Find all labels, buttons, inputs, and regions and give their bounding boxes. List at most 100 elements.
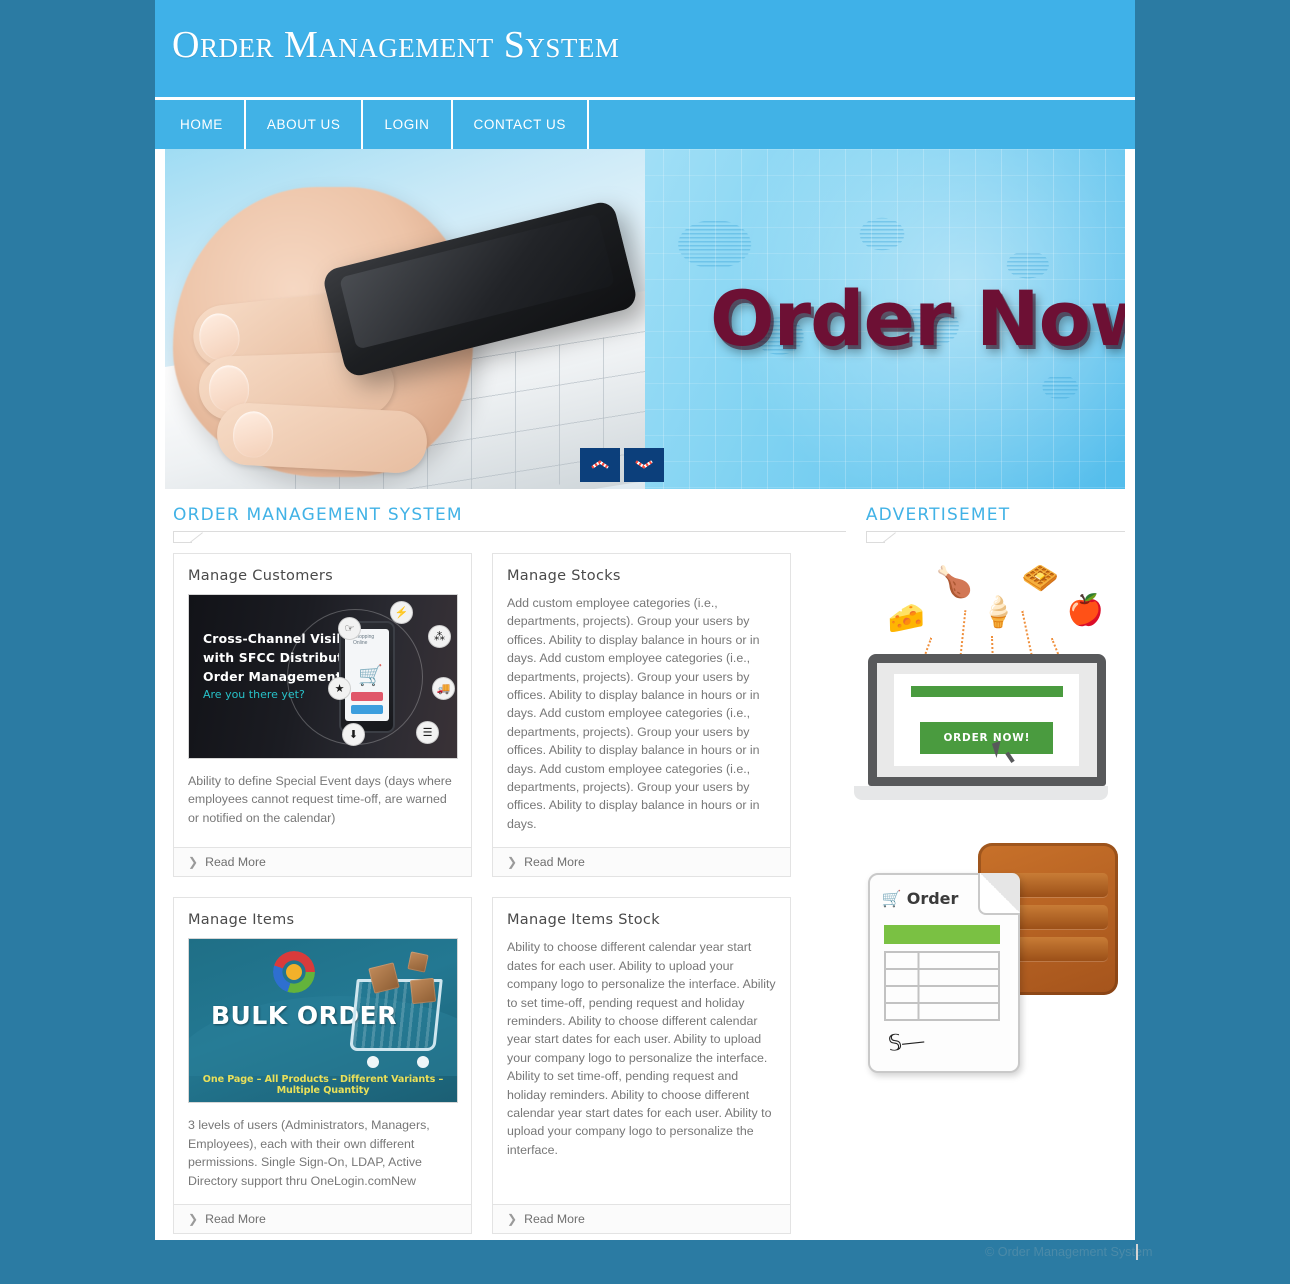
- thumb-headline-line3: Order Management: [203, 669, 342, 684]
- signature-icon: 𝕊—: [886, 1027, 925, 1056]
- page-title: Order Management System: [172, 24, 620, 66]
- card-title: Manage Items: [188, 912, 295, 929]
- download-icon: ⬇: [342, 723, 365, 746]
- hand-pointer-icon: ☞: [338, 617, 361, 640]
- chevron-down-icon: [636, 461, 653, 470]
- banner-wrapper: Order Now: [155, 149, 1135, 489]
- page-header-bar: [911, 686, 1063, 698]
- nav-item-home[interactable]: HOME: [155, 100, 246, 149]
- read-more-label: Read More: [524, 1211, 585, 1226]
- read-more-label: Read More: [205, 855, 266, 870]
- card-manage-stocks: Manage Stocks Add custom employee catego…: [492, 553, 791, 878]
- advertisement-order-now[interactable]: 🧀 🍗 🍦 🧇 🍎 ORDER NOW!: [853, 554, 1122, 819]
- card-description: Ability to choose different calendar yea…: [507, 940, 776, 1157]
- package-box-graphic: [407, 951, 429, 973]
- roast-chicken-icon: 🍗: [935, 566, 974, 599]
- advertisement-order-form[interactable]: 🛒 Order 𝕊—: [862, 837, 1122, 1097]
- document-title: 🛒 Order: [882, 889, 959, 908]
- card-description: 3 levels of users (Administrators, Manag…: [188, 1118, 430, 1188]
- card-thumbnail-bulk-order: BULK ORDER One Page – All Products – Dif…: [188, 938, 458, 1104]
- feature-card-grid: Manage Customers Cross-Channel Visibilit…: [165, 544, 846, 1234]
- read-more-label: Read More: [524, 855, 585, 870]
- site-header: Order Management System: [155, 0, 1135, 97]
- nav-item-about-us[interactable]: ABOUT US: [246, 100, 364, 149]
- card-manage-items-stock: Manage Items Stock Ability to choose dif…: [492, 897, 791, 1234]
- banner-photo: [165, 149, 645, 489]
- card-title: Manage Stocks: [507, 568, 621, 584]
- read-more-link-manage-customers[interactable]: ❯ Read More: [174, 847, 471, 877]
- apple-icon: 🍎: [1066, 594, 1105, 627]
- read-more-label: Read More: [205, 1211, 266, 1226]
- laptop-graphic: ORDER NOW!: [867, 654, 1106, 786]
- card-body: Ability to choose different calendar yea…: [493, 938, 790, 1204]
- banner-next-button[interactable]: [624, 448, 664, 482]
- card-manage-items: Manage Items BULK ORDER One Page – All P…: [173, 897, 472, 1234]
- phone-screen-label: Shopping Online: [353, 634, 375, 646]
- read-more-link-manage-items-stock[interactable]: ❯ Read More: [493, 1203, 790, 1233]
- fingernail-graphic: [197, 311, 242, 362]
- fingernail-graphic: [231, 410, 275, 459]
- sidebar-column: ADVERTISEMET 🧀 🍗 🍦 🧇 🍎 ORDER NOW! 🛒 Orde…: [853, 497, 1125, 1234]
- phone-button-secondary: [351, 705, 383, 714]
- footer-separator: [1136, 1244, 1138, 1260]
- chevron-right-icon: ❯: [507, 855, 518, 870]
- card-body: Add custom employee categories (i.e., de…: [493, 594, 790, 847]
- banner-headline: Order Now: [710, 274, 1125, 363]
- laptop-page: ORDER NOW!: [894, 674, 1080, 766]
- card-manage-customers: Manage Customers Cross-Channel Visibilit…: [173, 553, 472, 878]
- site-container: Order Management System HOME ABOUT US LO…: [155, 0, 1135, 1240]
- chevron-up-icon: [592, 461, 609, 470]
- page-root: Order Management System HOME ABOUT US LO…: [0, 0, 1290, 1284]
- card-body: Cross-Channel Visibility with SFCC Distr…: [174, 594, 471, 847]
- section-divider: [173, 531, 846, 544]
- shopping-cart-icon: 🛒: [358, 665, 383, 687]
- ice-cream-icon: 🍦: [979, 596, 1018, 629]
- document-title-label: Order: [906, 889, 959, 908]
- phone-button-primary: [351, 692, 383, 701]
- laptop-base: [853, 786, 1108, 800]
- footer-copyright: © Order Management System: [985, 1245, 1153, 1259]
- delivery-truck-icon: 🚚: [432, 677, 455, 700]
- card-description: Add custom employee categories (i.e., de…: [507, 596, 760, 831]
- read-more-link-manage-items[interactable]: ❯ Read More: [174, 1203, 471, 1233]
- document-table: [883, 951, 1000, 1021]
- shopping-cart-icon: 🛒: [881, 889, 902, 908]
- main-navigation: HOME ABOUT US LOGIN CONTACT US: [155, 97, 1135, 149]
- thumb-footer-text: One Page – All Products – Different Vari…: [202, 1074, 444, 1097]
- lightning-bolt-icon: ⚡: [390, 601, 413, 624]
- thumb-subtitle: Are you there yet?: [203, 688, 305, 701]
- banner-slider-controls: [580, 448, 664, 482]
- thumb-headline-line2: with SFCC Distributed: [203, 650, 361, 665]
- page-fold-corner: [977, 873, 1020, 915]
- main-column: ORDER MANAGEMENT SYSTEM Manage Customers…: [165, 497, 858, 1234]
- star-icon: ★: [328, 677, 351, 700]
- order-now-button[interactable]: ORDER NOW!: [920, 722, 1054, 755]
- finger-graphic: [215, 401, 429, 475]
- sidebar-section-divider: [865, 531, 1125, 544]
- nav-item-contact-us[interactable]: CONTACT US: [453, 100, 590, 149]
- chevron-right-icon: ❯: [507, 1211, 518, 1226]
- phone-screen: Shopping Online 🛒: [345, 629, 389, 721]
- card-body: BULK ORDER One Page – All Products – Dif…: [174, 938, 471, 1204]
- barcode-icon: ☰: [416, 721, 439, 744]
- laptop-screen: ORDER NOW!: [876, 663, 1097, 777]
- main-section-title: ORDER MANAGEMENT SYSTEM: [173, 505, 463, 525]
- share-nodes-icon: ⁂: [428, 625, 451, 648]
- package-box-graphic: [409, 978, 437, 1005]
- cheese-icon: 🧀: [887, 602, 926, 635]
- order-document-graphic: 🛒 Order 𝕊—: [867, 873, 1020, 1073]
- waffle-icon: 🧇: [1021, 562, 1060, 595]
- document-green-bar: [883, 925, 1000, 944]
- card-title: Manage Customers: [188, 568, 333, 584]
- read-more-link-manage-stocks[interactable]: ❯ Read More: [493, 847, 790, 877]
- sidebar-section-title: ADVERTISEMET: [865, 505, 1011, 525]
- hero-banner: Order Now: [165, 149, 1125, 489]
- card-description: Ability to define Special Event days (da…: [188, 774, 452, 825]
- banner-prev-button[interactable]: [580, 448, 620, 482]
- chevron-right-icon: ❯: [188, 855, 199, 870]
- nav-item-login[interactable]: LOGIN: [363, 100, 453, 149]
- card-title: Manage Items Stock: [507, 912, 660, 929]
- card-thumbnail-cross-channel: Cross-Channel Visibility with SFCC Distr…: [188, 594, 458, 759]
- content-area: ORDER MANAGEMENT SYSTEM Manage Customers…: [155, 489, 1135, 1234]
